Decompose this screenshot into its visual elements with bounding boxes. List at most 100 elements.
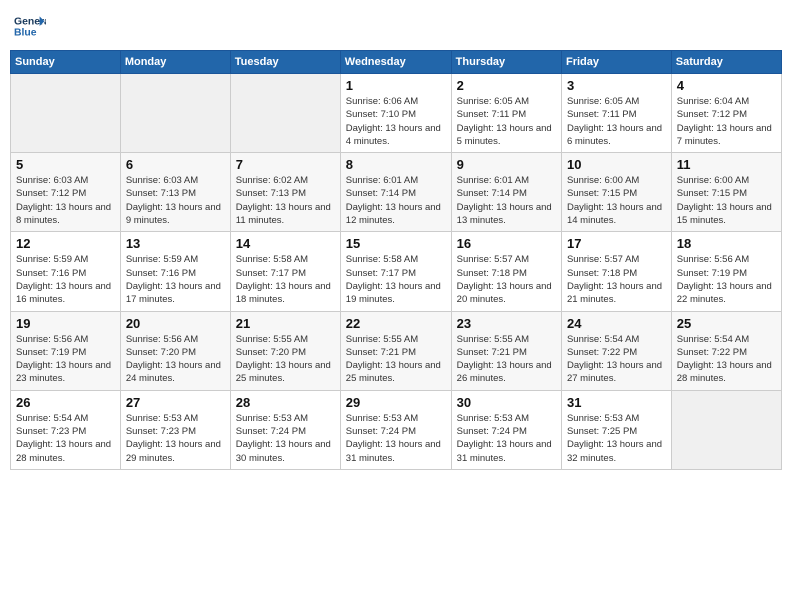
weekday-header-row: SundayMondayTuesdayWednesdayThursdayFrid… [11,51,782,74]
day-number: 6 [126,157,225,172]
day-cell: 12Sunrise: 5:59 AM Sunset: 7:16 PM Dayli… [11,232,121,311]
day-cell [120,74,230,153]
day-number: 19 [16,316,115,331]
day-info: Sunrise: 5:58 AM Sunset: 7:17 PM Dayligh… [236,253,335,306]
day-info: Sunrise: 5:57 AM Sunset: 7:18 PM Dayligh… [567,253,666,306]
day-cell: 18Sunrise: 5:56 AM Sunset: 7:19 PM Dayli… [671,232,781,311]
day-info: Sunrise: 5:53 AM Sunset: 7:23 PM Dayligh… [126,412,225,465]
day-number: 8 [346,157,446,172]
day-info: Sunrise: 5:56 AM Sunset: 7:20 PM Dayligh… [126,333,225,386]
logo: General Blue [14,10,46,42]
day-number: 21 [236,316,335,331]
day-number: 17 [567,236,666,251]
weekday-sunday: Sunday [11,51,121,74]
day-cell: 13Sunrise: 5:59 AM Sunset: 7:16 PM Dayli… [120,232,230,311]
day-number: 31 [567,395,666,410]
day-number: 25 [677,316,776,331]
week-row-5: 26 Sunrise: 5:54 AM Sunset: 7:23 PM Dayli… [11,390,782,469]
day-cell: 1Sunrise: 6:06 AM Sunset: 7:10 PM Daylig… [340,74,451,153]
day-cell [230,74,340,153]
day-info: Sunrise: 5:57 AM Sunset: 7:18 PM Dayligh… [457,253,556,306]
day-cell: 23 Sunrise: 5:55 AM Sunset: 7:21 PM Dayli… [451,311,561,390]
day-number: 16 [457,236,556,251]
day-cell: 6 Sunrise: 6:03 AM Sunset: 7:13 PM Daylig… [120,153,230,232]
day-cell: 19Sunrise: 5:56 AM Sunset: 7:19 PM Dayli… [11,311,121,390]
day-cell: 22Sunrise: 5:55 AM Sunset: 7:21 PM Dayli… [340,311,451,390]
day-cell: 4 Sunrise: 6:04 AM Sunset: 7:12 PM Daylig… [671,74,781,153]
day-info: Sunrise: 5:54 AM Sunset: 7:22 PM Dayligh… [567,333,666,386]
week-row-4: 19Sunrise: 5:56 AM Sunset: 7:19 PM Dayli… [11,311,782,390]
day-info: Sunrise: 6:03 AM Sunset: 7:13 PM Dayligh… [126,174,225,227]
weekday-thursday: Thursday [451,51,561,74]
day-cell: 11 Sunrise: 6:00 AM Sunset: 7:15 PM Dayli… [671,153,781,232]
calendar-table: SundayMondayTuesdayWednesdayThursdayFrid… [10,50,782,470]
svg-text:Blue: Blue [14,28,37,39]
day-number: 9 [457,157,556,172]
day-info: Sunrise: 6:00 AM Sunset: 7:15 PM Dayligh… [567,174,666,227]
weekday-monday: Monday [120,51,230,74]
day-cell [671,390,781,469]
day-cell: 30Sunrise: 5:53 AM Sunset: 7:24 PM Dayli… [451,390,561,469]
day-info: Sunrise: 6:03 AM Sunset: 7:12 PM Dayligh… [16,174,115,227]
day-number: 23 [457,316,556,331]
day-info: Sunrise: 6:01 AM Sunset: 7:14 PM Dayligh… [346,174,446,227]
day-info: Sunrise: 5:56 AM Sunset: 7:19 PM Dayligh… [677,253,776,306]
day-number: 7 [236,157,335,172]
day-number: 2 [457,78,556,93]
weekday-friday: Friday [561,51,671,74]
day-number: 3 [567,78,666,93]
logo-icon: General Blue [14,10,46,42]
day-cell: 29 Sunrise: 5:53 AM Sunset: 7:24 PM Dayli… [340,390,451,469]
day-number: 5 [16,157,115,172]
day-info: Sunrise: 6:02 AM Sunset: 7:13 PM Dayligh… [236,174,335,227]
day-cell: 8 Sunrise: 6:01 AM Sunset: 7:14 PM Daylig… [340,153,451,232]
day-number: 11 [677,157,776,172]
day-info: Sunrise: 6:05 AM Sunset: 7:11 PM Dayligh… [567,95,666,148]
day-info: Sunrise: 5:53 AM Sunset: 7:24 PM Dayligh… [236,412,335,465]
day-info: Sunrise: 5:53 AM Sunset: 7:25 PM Dayligh… [567,412,666,465]
day-cell: 5 Sunrise: 6:03 AM Sunset: 7:12 PM Daylig… [11,153,121,232]
day-cell: 3 Sunrise: 6:05 AM Sunset: 7:11 PM Daylig… [561,74,671,153]
day-cell: 21 Sunrise: 5:55 AM Sunset: 7:20 PM Dayli… [230,311,340,390]
day-cell: 31 Sunrise: 5:53 AM Sunset: 7:25 PM Dayli… [561,390,671,469]
day-cell: 7 Sunrise: 6:02 AM Sunset: 7:13 PM Daylig… [230,153,340,232]
week-row-1: 1Sunrise: 6:06 AM Sunset: 7:10 PM Daylig… [11,74,782,153]
week-row-3: 12Sunrise: 5:59 AM Sunset: 7:16 PM Dayli… [11,232,782,311]
day-cell: 20Sunrise: 5:56 AM Sunset: 7:20 PM Dayli… [120,311,230,390]
day-info: Sunrise: 5:54 AM Sunset: 7:23 PM Dayligh… [16,412,115,465]
day-info: Sunrise: 5:53 AM Sunset: 7:24 PM Dayligh… [457,412,556,465]
day-cell: 17 Sunrise: 5:57 AM Sunset: 7:18 PM Dayli… [561,232,671,311]
day-info: Sunrise: 6:00 AM Sunset: 7:15 PM Dayligh… [677,174,776,227]
day-number: 22 [346,316,446,331]
day-cell: 2 Sunrise: 6:05 AM Sunset: 7:11 PM Daylig… [451,74,561,153]
day-cell: 26 Sunrise: 5:54 AM Sunset: 7:23 PM Dayli… [11,390,121,469]
weekday-wednesday: Wednesday [340,51,451,74]
day-cell: 28Sunrise: 5:53 AM Sunset: 7:24 PM Dayli… [230,390,340,469]
day-number: 1 [346,78,446,93]
day-number: 14 [236,236,335,251]
day-number: 13 [126,236,225,251]
day-info: Sunrise: 6:04 AM Sunset: 7:12 PM Dayligh… [677,95,776,148]
weekday-saturday: Saturday [671,51,781,74]
day-number: 4 [677,78,776,93]
day-cell: 14 Sunrise: 5:58 AM Sunset: 7:17 PM Dayli… [230,232,340,311]
page-header: General Blue [10,10,782,42]
day-info: Sunrise: 6:01 AM Sunset: 7:14 PM Dayligh… [457,174,556,227]
weekday-tuesday: Tuesday [230,51,340,74]
day-info: Sunrise: 5:53 AM Sunset: 7:24 PM Dayligh… [346,412,446,465]
day-number: 29 [346,395,446,410]
day-info: Sunrise: 5:58 AM Sunset: 7:17 PM Dayligh… [346,253,446,306]
day-info: Sunrise: 5:55 AM Sunset: 7:21 PM Dayligh… [457,333,556,386]
day-cell [11,74,121,153]
day-info: Sunrise: 6:05 AM Sunset: 7:11 PM Dayligh… [457,95,556,148]
day-cell: 27Sunrise: 5:53 AM Sunset: 7:23 PM Dayli… [120,390,230,469]
day-cell: 16 Sunrise: 5:57 AM Sunset: 7:18 PM Dayli… [451,232,561,311]
day-cell: 24Sunrise: 5:54 AM Sunset: 7:22 PM Dayli… [561,311,671,390]
day-number: 12 [16,236,115,251]
calendar-body: 1Sunrise: 6:06 AM Sunset: 7:10 PM Daylig… [11,74,782,470]
day-info: Sunrise: 5:55 AM Sunset: 7:20 PM Dayligh… [236,333,335,386]
day-number: 26 [16,395,115,410]
day-cell: 10Sunrise: 6:00 AM Sunset: 7:15 PM Dayli… [561,153,671,232]
day-info: Sunrise: 5:54 AM Sunset: 7:22 PM Dayligh… [677,333,776,386]
week-row-2: 5 Sunrise: 6:03 AM Sunset: 7:12 PM Daylig… [11,153,782,232]
